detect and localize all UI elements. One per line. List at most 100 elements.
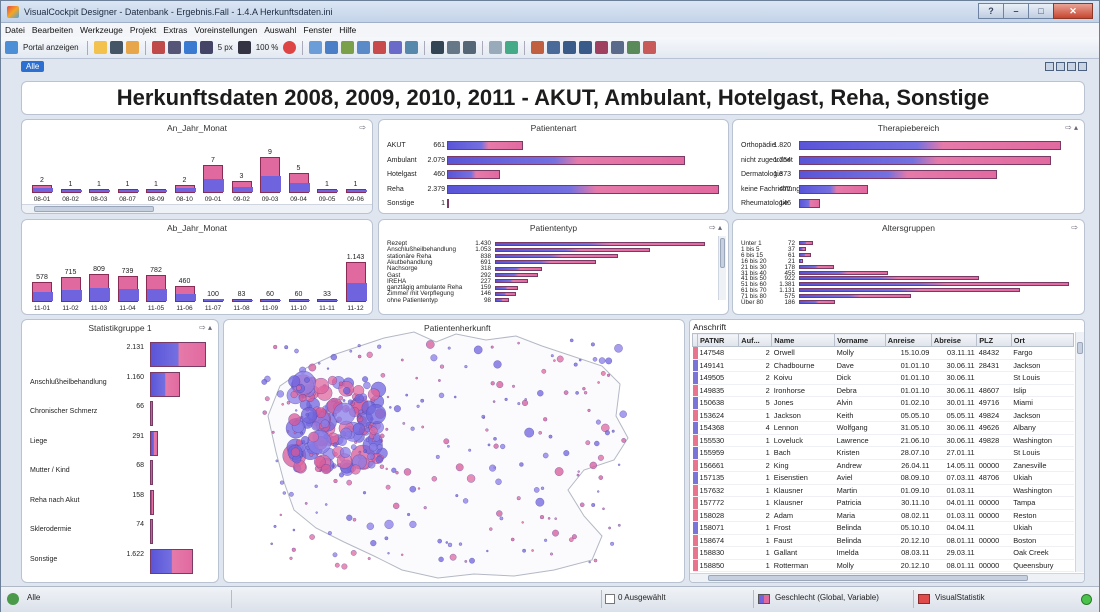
origin-bubble[interactable] <box>482 416 485 419</box>
menu-voreinstellungen[interactable]: Voreinstellungen <box>194 25 257 35</box>
bar[interactable] <box>799 141 1061 150</box>
origin-bubble[interactable] <box>343 387 351 395</box>
bar[interactable] <box>150 489 155 515</box>
bar-group[interactable]: 578 11-01 <box>32 252 53 312</box>
table-row[interactable]: 158850 1 Rotterman Molly 20.12.10 08.01.11 000… <box>692 559 1074 572</box>
bar-group[interactable]: 1.143 11-12 <box>345 252 367 312</box>
origin-bubble[interactable] <box>284 345 289 350</box>
origin-bubble[interactable] <box>363 449 367 454</box>
analysis-icon[interactable] <box>531 41 545 54</box>
origin-bubble[interactable] <box>358 409 363 414</box>
origin-bubble[interactable] <box>495 478 502 485</box>
origin-bubble[interactable] <box>597 381 600 384</box>
bar-group[interactable]: 1 08-09 <box>146 147 167 203</box>
origin-bubble[interactable] <box>493 437 497 441</box>
bar[interactable] <box>799 276 980 281</box>
origin-bubble[interactable] <box>493 443 499 449</box>
origin-bubble[interactable] <box>286 430 290 433</box>
bar[interactable] <box>495 273 538 277</box>
origin-bubble[interactable] <box>575 391 579 395</box>
origin-bubble[interactable] <box>349 349 353 353</box>
histogram-icon[interactable] <box>373 41 387 54</box>
bar[interactable] <box>447 170 500 179</box>
column-header[interactable]: Ort <box>1010 333 1074 347</box>
origin-bubble[interactable] <box>554 517 557 520</box>
folder-icon[interactable] <box>125 41 139 54</box>
germany-map[interactable] <box>224 320 685 583</box>
origin-bubble[interactable] <box>537 390 544 397</box>
origin-bubble[interactable] <box>312 377 330 395</box>
origin-bubble[interactable] <box>352 517 357 522</box>
origin-bubble[interactable] <box>417 487 421 490</box>
origin-bubble[interactable] <box>340 447 351 458</box>
bar[interactable] <box>495 241 705 246</box>
layout-4-button[interactable] <box>1078 62 1087 71</box>
origin-bubble[interactable] <box>301 436 310 445</box>
area-chart-icon[interactable] <box>357 41 371 54</box>
menu-auswahl[interactable]: Auswahl <box>264 25 296 35</box>
bar-row[interactable]: Dermatologie 1.373 <box>733 170 1084 180</box>
origin-bubble[interactable] <box>341 563 348 570</box>
origin-bubble[interactable] <box>543 417 548 422</box>
origin-bubble[interactable] <box>291 547 296 552</box>
pin-icon[interactable]: ⇨ ▴ <box>199 323 212 332</box>
origin-bubble[interactable] <box>400 358 404 362</box>
pin-icon[interactable]: ⇨ <box>1071 223 1078 232</box>
bar-row[interactable]: Sonstige 1.622 <box>22 547 218 575</box>
bar[interactable] <box>260 299 281 302</box>
origin-bubble[interactable] <box>391 467 397 473</box>
bar[interactable] <box>799 199 821 208</box>
bar-group[interactable]: 60 11-09 <box>260 252 281 312</box>
origin-bubble[interactable] <box>590 342 595 347</box>
table-row[interactable]: 156661 2 King Andrew 26.04.11 14.05.11 00000 Za… <box>692 459 1074 472</box>
origin-bubble[interactable] <box>317 362 321 365</box>
origin-bubble[interactable] <box>327 531 332 536</box>
origin-bubble[interactable] <box>438 379 441 382</box>
bar-group[interactable]: 1 08-03 <box>89 147 110 203</box>
bar[interactable] <box>799 282 1069 287</box>
origin-bubble[interactable] <box>403 468 412 476</box>
column-header[interactable]: Anreise <box>884 333 932 347</box>
origin-bubble[interactable] <box>273 344 278 350</box>
table-row[interactable]: 149505 2 Koivu Dick 01.01.10 30.06.11 St Louis <box>692 371 1074 385</box>
origin-bubble[interactable] <box>589 461 597 470</box>
origin-bubble[interactable] <box>304 377 310 383</box>
origin-bubble[interactable] <box>449 553 457 561</box>
calculator-icon[interactable] <box>431 41 445 54</box>
origin-bubble[interactable] <box>611 429 615 433</box>
origin-bubble[interactable] <box>554 467 564 476</box>
origin-bubble[interactable] <box>393 502 400 510</box>
menu-hilfe[interactable]: Hilfe <box>339 25 356 35</box>
origin-bubble[interactable] <box>447 542 453 548</box>
origin-bubble[interactable] <box>264 396 270 402</box>
origin-bubble[interactable] <box>376 444 383 450</box>
bar[interactable] <box>317 189 338 193</box>
origin-bubble[interactable] <box>286 400 291 405</box>
bar[interactable] <box>174 185 196 193</box>
bar-group[interactable]: 3 09-02 <box>231 147 253 203</box>
origin-bubble[interactable] <box>405 393 409 397</box>
origin-bubble[interactable] <box>346 479 352 486</box>
bar[interactable] <box>288 299 310 302</box>
origin-bubble[interactable] <box>563 450 570 457</box>
bar[interactable] <box>317 299 338 302</box>
bar-group[interactable]: 60 11-10 <box>288 252 310 312</box>
origin-bubble[interactable] <box>430 354 438 362</box>
origin-bubble[interactable] <box>289 491 294 497</box>
table-row[interactable]: 154368 4 Lennon Wolfgang 31.05.10 30.06.11 496… <box>692 421 1074 435</box>
origin-bubble[interactable] <box>309 534 315 540</box>
bar[interactable] <box>799 241 814 245</box>
origin-bubble[interactable] <box>401 553 404 556</box>
print-icon[interactable] <box>611 41 625 54</box>
status-legend[interactable]: Geschlecht (Global, Variable) <box>775 593 879 602</box>
table-row[interactable]: 155959 1 Bach Kristen 28.07.10 27.01.11 St Lou… <box>692 446 1074 460</box>
bar[interactable] <box>231 181 253 193</box>
bar[interactable] <box>146 274 167 302</box>
origin-bubble[interactable] <box>262 410 267 415</box>
zoom-in-icon[interactable] <box>563 41 577 54</box>
table-row[interactable]: 149835 2 Ironhorse Debra 01.01.10 30.06.11 486… <box>692 384 1074 397</box>
bar-row[interactable]: Reha nach Akut 158 <box>22 488 218 516</box>
origin-bubble[interactable] <box>579 502 585 508</box>
origin-bubble[interactable] <box>387 552 390 555</box>
origin-bubble[interactable] <box>539 515 545 520</box>
